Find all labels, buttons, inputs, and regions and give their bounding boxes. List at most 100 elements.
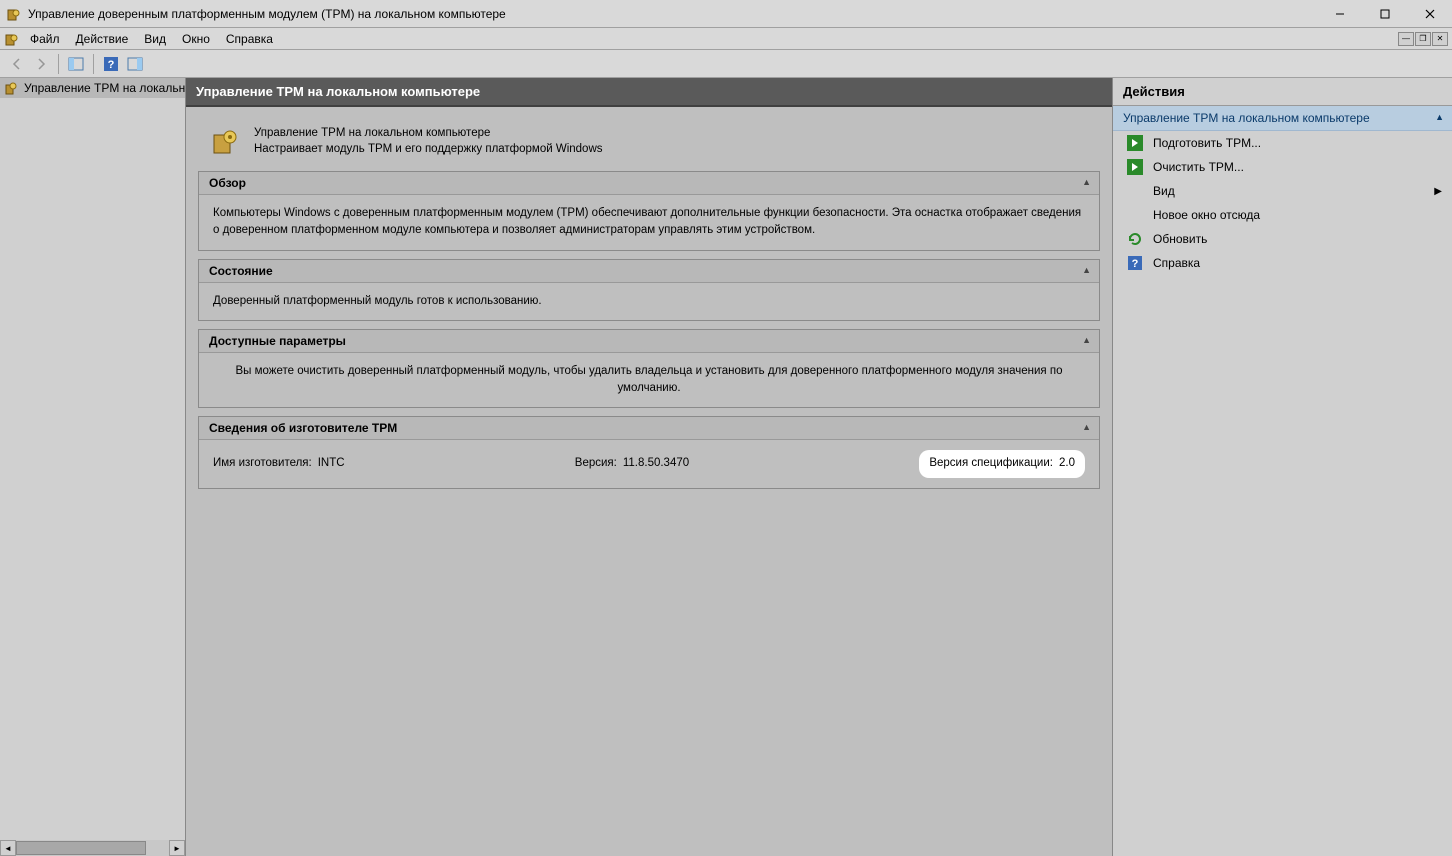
section-manufacturer-header[interactable]: Сведения об изготовителе TPM ▲ bbox=[199, 417, 1099, 440]
action-prepare-tpm[interactable]: Подготовить TPM... bbox=[1113, 131, 1452, 155]
arrow-right-green-icon bbox=[1127, 135, 1143, 151]
actions-subheader[interactable]: Управление TPM на локальном компьютере ▲ bbox=[1113, 106, 1452, 131]
scroll-track[interactable] bbox=[16, 840, 169, 856]
actions-header: Действия bbox=[1113, 78, 1452, 106]
mdi-close-button[interactable]: ✕ bbox=[1432, 32, 1448, 46]
tree-item-label: Управление TPM на локальн bbox=[24, 81, 185, 95]
mfr-spec-value: 2.0 bbox=[1059, 455, 1075, 472]
section-status: Состояние ▲ Доверенный платформенный мод… bbox=[198, 259, 1100, 321]
section-options: Доступные параметры ▲ Вы можете очистить… bbox=[198, 329, 1100, 409]
action-refresh[interactable]: Обновить bbox=[1113, 227, 1452, 251]
window-titlebar: Управление доверенным платформенным моду… bbox=[0, 0, 1452, 28]
scroll-thumb[interactable] bbox=[16, 841, 146, 855]
manufacturer-info-row: Имя изготовителя: INTC Версия: 11.8.50.3… bbox=[213, 450, 1085, 477]
tree-item-tpm[interactable]: Управление TPM на локальн bbox=[0, 78, 185, 98]
section-options-body: Вы можете очистить доверенный платформен… bbox=[199, 353, 1099, 408]
section-overview-header[interactable]: Обзор ▲ bbox=[199, 172, 1099, 195]
collapse-icon: ▲ bbox=[1082, 335, 1091, 345]
collapse-icon: ▲ bbox=[1082, 265, 1091, 275]
section-options-header[interactable]: Доступные параметры ▲ bbox=[199, 330, 1099, 353]
mfr-version-value: 11.8.50.3470 bbox=[623, 455, 689, 472]
scroll-left-arrow[interactable]: ◄ bbox=[0, 840, 16, 856]
window-title: Управление доверенным платформенным моду… bbox=[28, 7, 1317, 21]
tpm-tree-icon bbox=[4, 80, 20, 96]
forward-button[interactable] bbox=[30, 53, 52, 75]
blank-icon bbox=[1127, 207, 1143, 223]
intro-title: Управление TPM на локальном компьютере bbox=[254, 125, 603, 141]
minimize-button[interactable] bbox=[1317, 0, 1362, 28]
menubar: Файл Действие Вид Окно Справка — ❐ ✕ bbox=[0, 28, 1452, 50]
collapse-icon: ▲ bbox=[1082, 422, 1091, 432]
tree-horizontal-scrollbar[interactable]: ◄ ► bbox=[0, 840, 185, 856]
menubar-app-icon bbox=[4, 31, 20, 47]
app-icon bbox=[6, 6, 22, 22]
tpm-chip-icon bbox=[210, 125, 242, 157]
help-icon: ? bbox=[1127, 255, 1143, 271]
section-options-title: Доступные параметры bbox=[209, 334, 346, 348]
close-button[interactable] bbox=[1407, 0, 1452, 28]
svg-text:?: ? bbox=[108, 59, 115, 71]
action-label: Подготовить TPM... bbox=[1153, 136, 1261, 150]
main-layout: Управление TPM на локальн ◄ ► Управление… bbox=[0, 78, 1452, 856]
manufacturer-name: Имя изготовителя: INTC bbox=[213, 455, 345, 472]
scroll-right-arrow[interactable]: ► bbox=[169, 840, 185, 856]
menu-view[interactable]: Вид bbox=[136, 30, 174, 48]
intro-description: Настраивает модуль TPM и его поддержку п… bbox=[254, 141, 603, 157]
mdi-restore-button[interactable]: ❐ bbox=[1415, 32, 1431, 46]
mfr-version-label: Версия: bbox=[575, 455, 617, 472]
action-label: Обновить bbox=[1153, 232, 1207, 246]
mfr-name-value: INTC bbox=[318, 455, 345, 472]
action-help[interactable]: ? Справка bbox=[1113, 251, 1452, 275]
svg-text:?: ? bbox=[1132, 258, 1139, 270]
action-label: Вид bbox=[1153, 184, 1175, 198]
action-label: Справка bbox=[1153, 256, 1200, 270]
intro-text: Управление TPM на локальном компьютере Н… bbox=[254, 125, 603, 157]
toolbar: ? bbox=[0, 50, 1452, 78]
section-manufacturer: Сведения об изготовителе TPM ▲ Имя изгот… bbox=[198, 416, 1100, 488]
action-clear-tpm[interactable]: Очистить TPM... bbox=[1113, 155, 1452, 179]
blank-icon bbox=[1127, 183, 1143, 199]
help-button[interactable]: ? bbox=[100, 53, 122, 75]
window-controls bbox=[1317, 0, 1452, 28]
section-overview: Обзор ▲ Компьютеры Windows с доверенным … bbox=[198, 171, 1100, 251]
action-view[interactable]: Вид ▶ bbox=[1113, 179, 1452, 203]
section-manufacturer-title: Сведения об изготовителе TPM bbox=[209, 421, 397, 435]
collapse-icon: ▲ bbox=[1082, 177, 1091, 187]
mdi-controls: — ❐ ✕ bbox=[1398, 32, 1448, 46]
section-overview-body: Компьютеры Windows с доверенным платформ… bbox=[199, 195, 1099, 250]
mfr-spec-label: Версия спецификации: bbox=[929, 455, 1053, 472]
menu-action[interactable]: Действие bbox=[68, 30, 137, 48]
action-label: Очистить TPM... bbox=[1153, 160, 1244, 174]
content-body: Управление TPM на локальном компьютере Н… bbox=[186, 107, 1112, 507]
action-label: Новое окно отсюда bbox=[1153, 208, 1260, 222]
toolbar-separator-2 bbox=[93, 54, 94, 74]
section-status-title: Состояние bbox=[209, 264, 273, 278]
arrow-right-green-icon bbox=[1127, 159, 1143, 175]
actions-pane: Действия Управление TPM на локальном ком… bbox=[1112, 78, 1452, 856]
refresh-icon bbox=[1127, 231, 1143, 247]
content-pane: Управление TPM на локальном компьютере У… bbox=[186, 78, 1112, 856]
content-header: Управление TPM на локальном компьютере bbox=[186, 78, 1112, 107]
collapse-icon: ▲ bbox=[1435, 112, 1444, 122]
show-hide-tree-button[interactable] bbox=[65, 53, 87, 75]
actions-subheader-label: Управление TPM на локальном компьютере bbox=[1123, 111, 1370, 125]
section-status-header[interactable]: Состояние ▲ bbox=[199, 260, 1099, 283]
menu-help[interactable]: Справка bbox=[218, 30, 281, 48]
back-button[interactable] bbox=[6, 53, 28, 75]
submenu-arrow-icon: ▶ bbox=[1434, 186, 1442, 197]
menu-window[interactable]: Окно bbox=[174, 30, 218, 48]
mdi-minimize-button[interactable]: — bbox=[1398, 32, 1414, 46]
section-status-body: Доверенный платформенный модуль готов к … bbox=[199, 283, 1099, 320]
section-overview-title: Обзор bbox=[209, 176, 246, 190]
maximize-button[interactable] bbox=[1362, 0, 1407, 28]
toolbar-separator bbox=[58, 54, 59, 74]
mfr-name-label: Имя изготовителя: bbox=[213, 455, 312, 472]
action-new-window[interactable]: Новое окно отсюда bbox=[1113, 203, 1452, 227]
intro-section: Управление TPM на локальном компьютере Н… bbox=[196, 117, 1102, 171]
menu-file[interactable]: Файл bbox=[22, 30, 68, 48]
show-hide-action-button[interactable] bbox=[124, 53, 146, 75]
tree-pane: Управление TPM на локальн ◄ ► bbox=[0, 78, 186, 856]
section-manufacturer-body: Имя изготовителя: INTC Версия: 11.8.50.3… bbox=[199, 440, 1099, 487]
manufacturer-spec: Версия спецификации: 2.0 bbox=[919, 450, 1085, 477]
manufacturer-version: Версия: 11.8.50.3470 bbox=[575, 455, 689, 472]
